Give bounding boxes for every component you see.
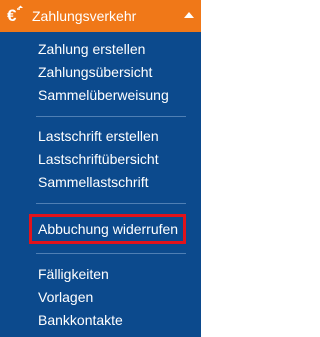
menu-item-sammellastschrift[interactable]: Sammellastschrift [38,173,148,191]
menu-item-lastschriftuebersicht[interactable]: Lastschriftübersicht [38,150,159,168]
menu-item-bankkontakte[interactable]: Bankkontakte [38,311,123,329]
menu-divider [36,116,186,117]
menu-item-zahlungsuebersicht[interactable]: Zahlungsübersicht [38,63,152,81]
menu-header-zahlungsverkehr[interactable]: € Zahlungsverkehr [0,0,201,32]
menu-item-faelligkeiten[interactable]: Fälligkeiten [38,265,109,283]
menu-item-zahlung-erstellen[interactable]: Zahlung erstellen [38,40,145,58]
payment-transactions-menu: € Zahlungsverkehr Zahlung erstellen Zahl… [0,0,201,337]
menu-item-abbuchung-widerrufen[interactable]: Abbuchung widerrufen [38,220,178,238]
menu-item-vorlagen[interactable]: Vorlagen [38,288,93,306]
euro-transfer-icon: € [7,5,25,25]
svg-text:€: € [7,6,17,25]
caret-up-icon[interactable] [184,12,194,18]
menu-divider [36,203,186,204]
menu-item-lastschrift-erstellen[interactable]: Lastschrift erstellen [38,127,159,145]
menu-header-title: Zahlungsverkehr [32,8,137,24]
menu-divider [36,253,186,254]
menu-item-sammelueberweisung[interactable]: Sammelüberweisung [38,86,169,104]
